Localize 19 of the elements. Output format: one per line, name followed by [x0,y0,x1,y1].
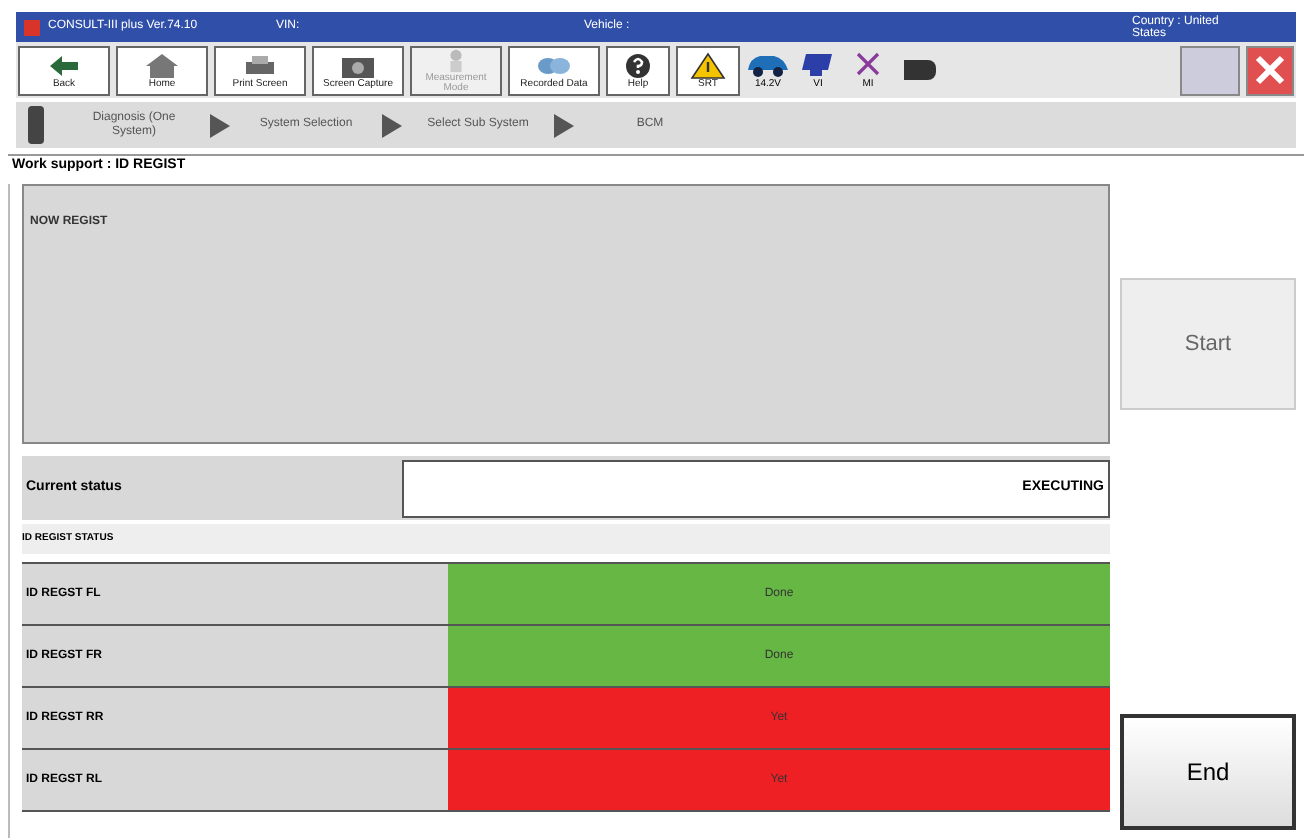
app-logo-icon [24,19,40,35]
device-icon [28,106,44,144]
close-button[interactable] [1246,45,1294,95]
cross-icon [854,50,882,78]
battery-icon [904,60,936,80]
help-icon [620,51,656,79]
end-button[interactable]: End [1120,714,1296,830]
printer-icon [242,51,278,79]
step-arrow-icon [552,111,576,139]
close-icon [1254,54,1286,86]
home-icon [144,51,180,79]
start-button[interactable]: Start [1120,278,1296,410]
step-arrow-icon [380,111,404,139]
warning-icon [690,51,726,79]
car-icon [744,50,792,78]
power-button[interactable] [1180,45,1240,95]
back-arrow-icon [46,51,82,79]
monitor-icon [800,50,836,78]
step-arrow-icon [208,111,232,139]
